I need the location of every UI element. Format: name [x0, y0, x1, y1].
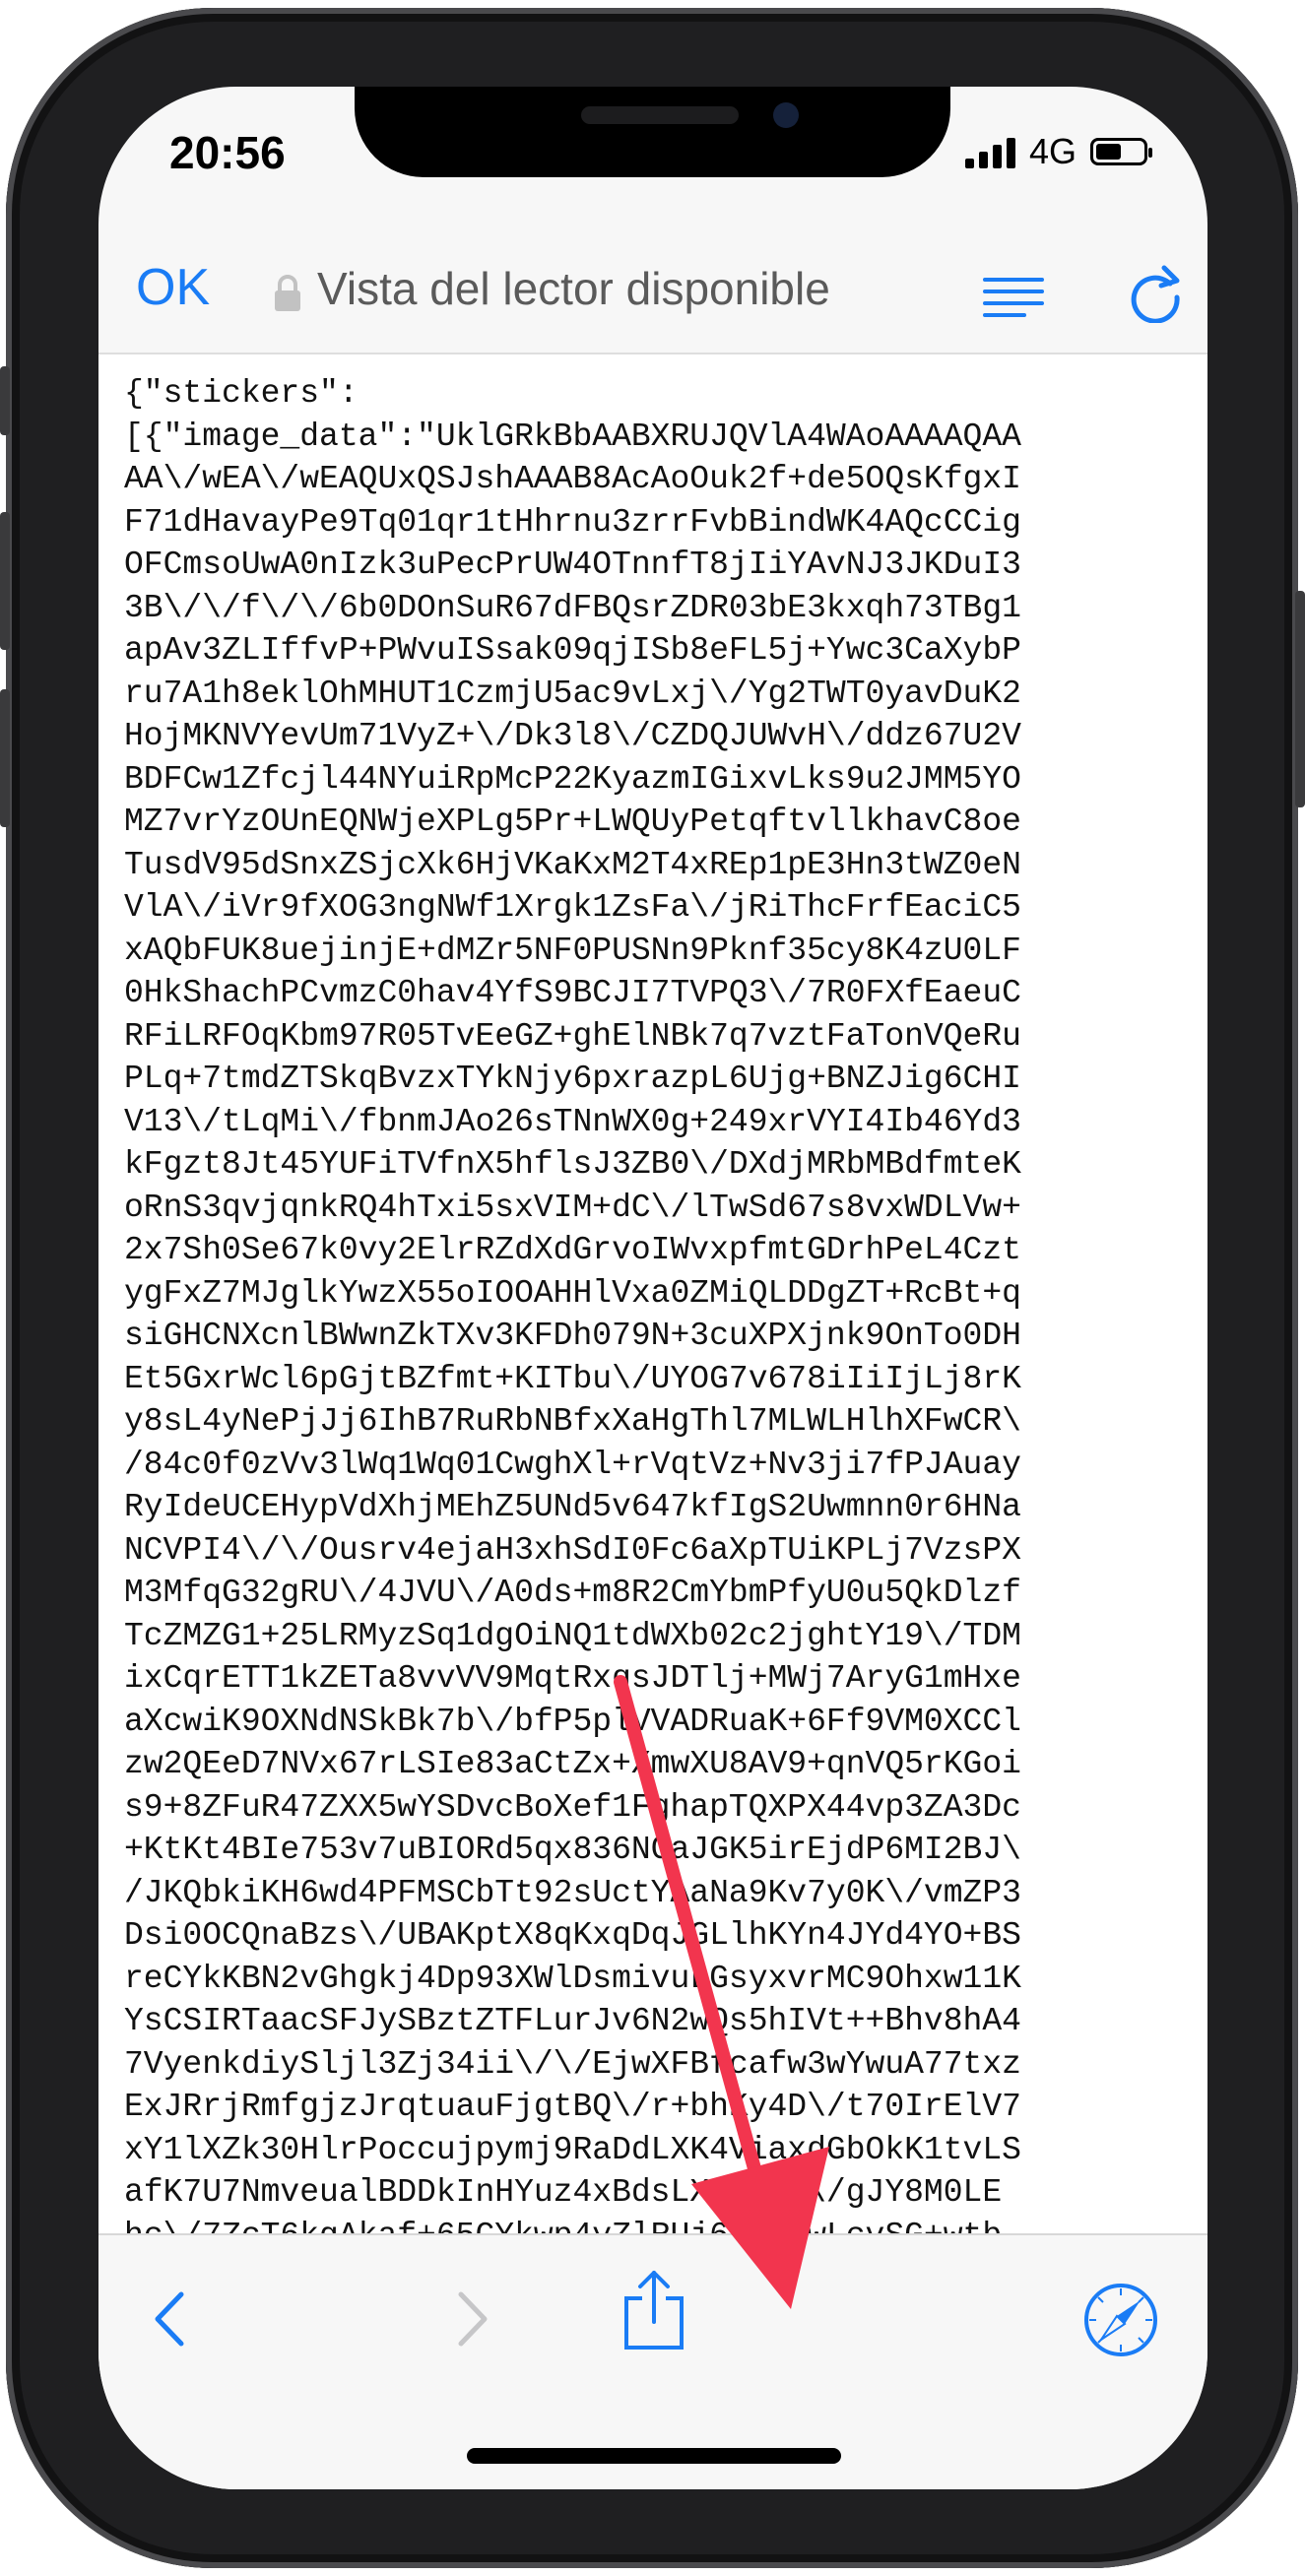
front-camera: [773, 102, 799, 128]
volume-up-button: [0, 512, 10, 650]
battery-icon: [1090, 138, 1153, 165]
browser-navbar: OK Vista del lector disponible: [98, 234, 1207, 353]
lock-icon: [275, 275, 300, 311]
earpiece-speaker: [581, 106, 739, 124]
status-indicators: 4G: [965, 131, 1153, 171]
screen: 20:56 4G OK Vista del lector disponible: [98, 87, 1207, 2489]
home-indicator[interactable]: [467, 2448, 841, 2464]
back-chevron-icon[interactable]: [150, 2288, 189, 2350]
safari-compass-icon[interactable]: [1083, 2283, 1158, 2357]
json-text-content: {"stickers": [{"image_data":"UklGRkBbAAB…: [124, 375, 1021, 2233]
cellular-signal-icon: [965, 135, 1015, 168]
power-button: [1295, 591, 1305, 807]
volume-down-button: [0, 689, 10, 827]
silent-switch: [0, 366, 10, 435]
done-button[interactable]: OK: [136, 258, 210, 317]
address-bar-title[interactable]: Vista del lector disponible: [317, 262, 928, 315]
forward-chevron-icon[interactable]: [453, 2288, 492, 2350]
share-icon[interactable]: [620, 2269, 687, 2351]
reload-icon[interactable]: [1125, 262, 1186, 323]
status-time: 20:56: [169, 127, 286, 178]
reader-view-icon[interactable]: [983, 276, 1044, 321]
page-content[interactable]: {"stickers": [{"image_data":"UklGRkBbAAB…: [98, 354, 1207, 2233]
notch: [355, 87, 950, 177]
network-type: 4G: [1029, 131, 1077, 171]
battery-level-fill: [1096, 144, 1122, 160]
